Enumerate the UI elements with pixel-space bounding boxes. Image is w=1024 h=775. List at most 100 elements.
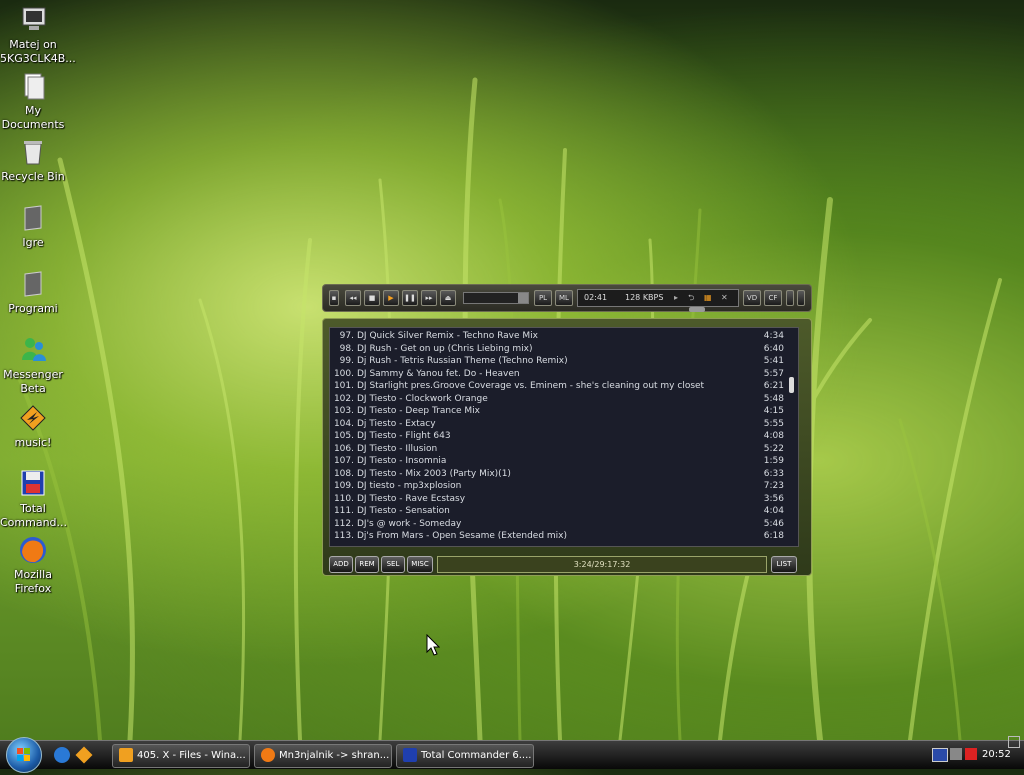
computer-icon (17, 4, 49, 36)
recycle-bin-icon (17, 136, 49, 168)
display-panel: 02:41 128 KBPS ▸ ⮌ ▦ ✕ (577, 289, 739, 307)
music-player: ▪ ◂◂ ■ ▶ ❚❚ ▸▸ ⏏ PL ML 02:41 128 KBPS ▸ … (322, 284, 812, 576)
track-title: Dj Tiesto - Extacy (357, 418, 436, 429)
desktop-icon-messenger[interactable]: Messenger Beta (0, 334, 66, 396)
desktop-icon-programi[interactable]: Programi (0, 268, 66, 316)
eject-button[interactable]: ⏏ (440, 290, 456, 306)
desktop-icon-label: Igre (22, 236, 44, 249)
media-library-button[interactable]: ML (555, 290, 573, 306)
clock[interactable]: 20:52 (982, 749, 1011, 760)
track-number: 112. (333, 518, 354, 529)
playlist-row[interactable]: 113. Dj's From Mars - Open Sesame (Extend… (330, 531, 790, 544)
desktop-icon-igre[interactable]: Igre (0, 202, 66, 250)
desktop-icon-label: Messenger Beta (3, 368, 63, 395)
pause-button[interactable]: ❚❚ (402, 290, 418, 306)
playlist-row[interactable]: 104. Dj Tiesto - Extacy 5:55 (330, 419, 790, 432)
playlist-row[interactable]: 100. DJ Sammy & Yanou fet. Do - Heaven 5:5… (330, 369, 790, 382)
playlist-row[interactable]: 108. DJ Tiesto - Mix 2003 (Party Mix)(1) 6… (330, 469, 790, 482)
playlist-row[interactable]: 106. DJ Tiesto - Illusion 5:22 (330, 444, 790, 457)
playlist-row[interactable]: 97. DJ Quick Silver Remix - Techno Rave M… (330, 331, 790, 344)
desktop-icon-music[interactable]: music! (0, 402, 66, 450)
track-duration: 7:23 (763, 481, 784, 491)
track-title: DJ Tiesto - Sensation (357, 506, 450, 516)
playlist-row[interactable]: 103. DJ Tiesto - Deep Trance Mix 4:15 (330, 406, 790, 419)
track-number: 97. (339, 331, 354, 341)
stop-button[interactable]: ■ (364, 290, 380, 306)
select-button[interactable]: SEL (381, 556, 405, 573)
playlist-row[interactable]: 111. DJ Tiesto - Sensation 4:04 (330, 506, 790, 519)
video-button[interactable]: VD (743, 290, 761, 306)
desktop-icon-my-documents[interactable]: My Documents (0, 70, 66, 132)
track-title: DJ Tiesto - Rave Ecstasy (357, 493, 466, 504)
track-title: DJ Tiesto - Illusion (357, 443, 438, 454)
list-button[interactable]: LIST (771, 556, 797, 573)
antivirus-icon[interactable] (965, 748, 977, 760)
previous-button[interactable]: ◂◂ (345, 290, 361, 306)
playlist-toggle-button[interactable]: PL (534, 290, 552, 306)
total-commander-icon (17, 468, 49, 500)
playlist[interactable]: 97. DJ Quick Silver Remix - Techno Rave M… (329, 327, 799, 547)
track-number: 106. (333, 443, 354, 454)
menu-button[interactable]: ▪ (329, 290, 339, 306)
taskbar-item-firefox[interactable]: Mn3njalnik -> shran... (254, 744, 392, 768)
network-icon[interactable] (950, 748, 962, 760)
track-number: 99. (339, 356, 354, 366)
track-duration: 4:15 (763, 406, 784, 416)
volume-slider-handle[interactable] (518, 293, 528, 303)
quicklaunch-ie-icon[interactable] (54, 747, 70, 763)
playlist-row[interactable]: 107. DJ Tiesto - Insomnia 1:59 (330, 456, 790, 469)
playlist-row[interactable]: 102. DJ Tiesto - Clockwork Orange 5:48 (330, 394, 790, 407)
track-number: 111. (333, 506, 354, 516)
track-duration: 5:22 (763, 443, 784, 454)
messenger-icon (17, 334, 49, 366)
playlist-row[interactable]: 98. DJ Rush - Get on up (Chris Liebing mi… (330, 344, 790, 357)
next-button[interactable]: ▸▸ (421, 290, 437, 306)
volume-slider[interactable] (463, 292, 529, 304)
desktop-icon-label: Recycle Bin (1, 170, 65, 183)
track-duration: 5:57 (763, 368, 784, 379)
playlist-row[interactable]: 105. DJ Tiesto - Flight 643 4:08 (330, 431, 790, 444)
play-button[interactable]: ▶ (383, 290, 399, 306)
track-duration: 5:41 (763, 356, 784, 366)
playlist-row[interactable]: 109. DJ tiesto - mp3xplosion 7:23 (330, 481, 790, 494)
repeat-icon[interactable]: ⮌ (688, 290, 694, 306)
track-duration: 5:46 (763, 518, 784, 529)
track-number: 107. (333, 456, 354, 466)
desktop-icon-computer[interactable]: Matej on 5KG3CLK4B... (0, 4, 76, 66)
folder-icon (17, 202, 49, 234)
add-button[interactable]: ADD (329, 556, 353, 573)
track-duration: 5:55 (763, 418, 784, 429)
taskbar-item-winamp[interactable]: 405. X - Files - Wina... (112, 744, 250, 768)
language-icon[interactable] (932, 748, 948, 762)
shuffle-icon[interactable]: ✕ (721, 290, 728, 306)
playlist-row[interactable]: 101. DJ Starlight pres.Groove Coverage vs… (330, 381, 790, 394)
misc-button[interactable]: MISC (407, 556, 433, 573)
firefox-icon (17, 534, 49, 566)
track-title: DJ Tiesto - Flight 643 (357, 431, 451, 441)
taskbar-item-total-commander[interactable]: Total Commander 6.... (396, 744, 534, 768)
window-shade-handle[interactable] (689, 307, 705, 312)
desktop-icon-total-commander[interactable]: Total Command... (0, 468, 67, 530)
remove-button[interactable]: REM (355, 556, 379, 573)
crossfade-button[interactable]: CF (764, 290, 782, 306)
winamp-icon (119, 748, 133, 762)
equalizer-icon[interactable]: ▦ (704, 290, 712, 306)
minimize-button[interactable] (786, 290, 794, 306)
track-duration: 3:56 (763, 493, 784, 504)
track-title: DJ Starlight pres.Groove Coverage vs. Em… (357, 381, 705, 391)
desktop-icon-firefox[interactable]: Mozilla Firefox (0, 534, 66, 596)
track-number: 100. (333, 368, 354, 379)
track-title: DJ Tiesto - Clockwork Orange (357, 393, 488, 404)
play-arrow-icon: ▸ (674, 293, 679, 302)
windows-logo-icon (17, 748, 30, 761)
playlist-row[interactable]: 99. Dj Rush - Tetris Russian Theme (Techn… (330, 356, 790, 369)
desktop-icon-recycle-bin[interactable]: Recycle Bin (0, 136, 66, 184)
winamp-icon (17, 402, 49, 434)
show-desktop-icon[interactable] (1008, 736, 1020, 748)
playlist-row[interactable]: 112. DJ's @ work - Someday 5:46 (330, 519, 790, 532)
quicklaunch-winamp-icon[interactable] (75, 746, 93, 764)
desktop-icon-label: Mozilla Firefox (14, 568, 52, 595)
close-button[interactable] (797, 290, 805, 306)
playlist-row[interactable]: 110. DJ Tiesto - Rave Ecstasy 3:56 (330, 494, 790, 507)
track-duration: 6:18 (763, 531, 784, 541)
